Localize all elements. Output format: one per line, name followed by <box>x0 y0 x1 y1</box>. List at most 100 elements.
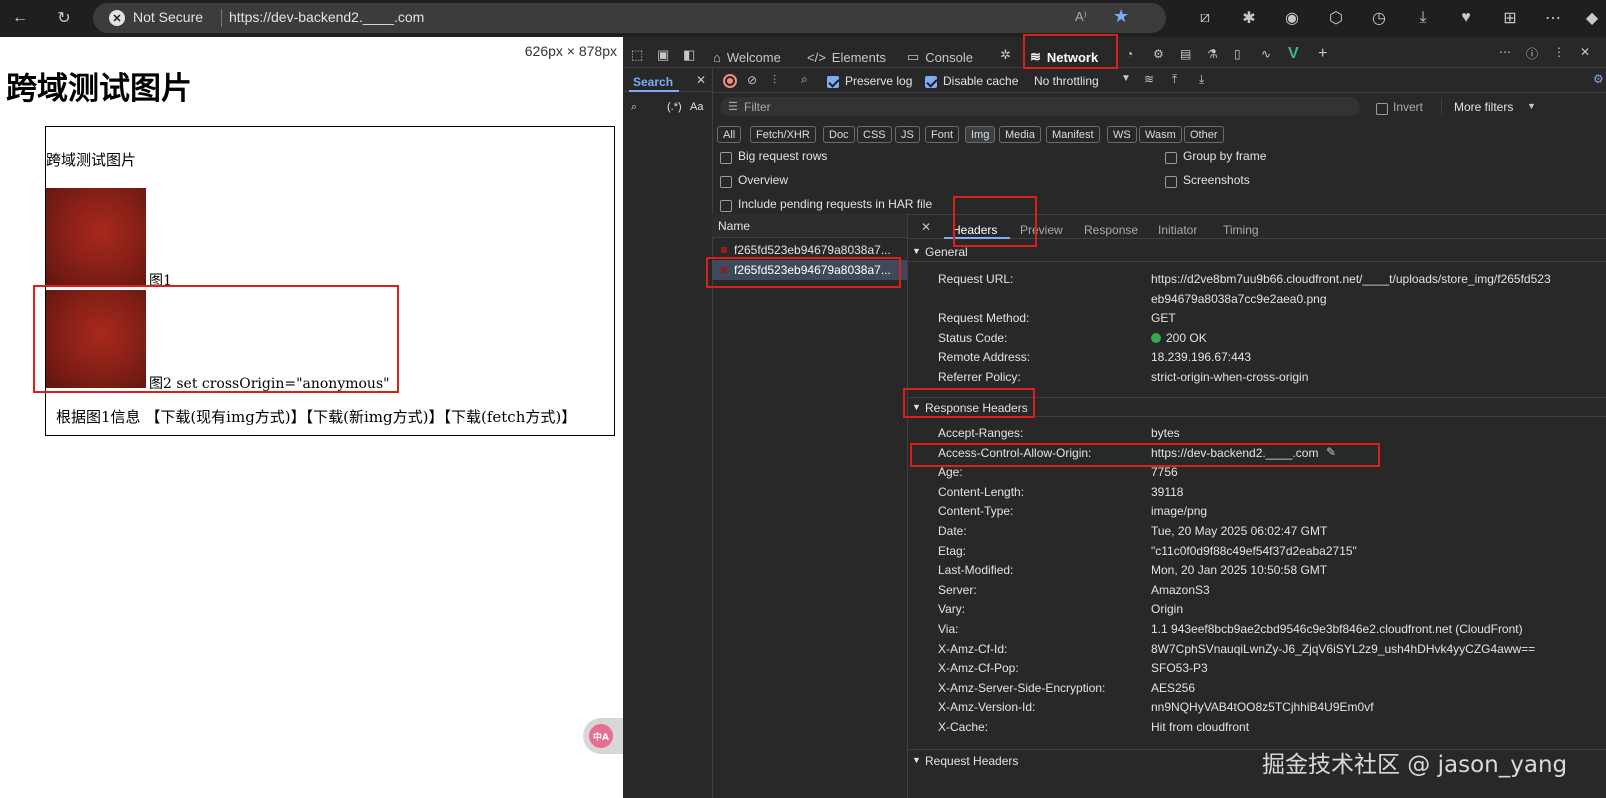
chip-other[interactable]: Other <box>1184 126 1224 143</box>
address-bar[interactable]: ✕ Not Secure https://dev-backend2.____.c… <box>93 3 1166 33</box>
download-existing-img-link[interactable]: 【下载(现有img方式)】 <box>145 408 305 426</box>
har-pending-checkbox[interactable] <box>720 198 732 212</box>
header-value[interactable]: 1.1 943eef8bcb9ae2cbd9546c9e3bf846e2.clo… <box>1151 622 1523 636</box>
close-search-icon[interactable]: ✕ <box>696 73 706 87</box>
tab-console[interactable]: ▭ Console <box>907 46 973 68</box>
invert-checkbox[interactable] <box>1376 101 1388 115</box>
help-icon[interactable]: ⓘ <box>1526 45 1538 62</box>
chip-img[interactable]: Img <box>965 126 996 143</box>
extension-bug-icon[interactable]: ✱ <box>1237 6 1261 30</box>
memory-icon[interactable]: ⚗ <box>1207 47 1218 61</box>
favorite-star-icon[interactable]: ★ <box>1113 6 1129 27</box>
download-fetch-link[interactable]: 【下载(fetch方式)】 <box>443 408 576 426</box>
header-value[interactable]: Hit from cloudfront <box>1151 720 1249 734</box>
preserve-log-checkbox[interactable] <box>827 74 839 88</box>
chip-font[interactable]: Font <box>925 126 960 143</box>
more-tools-icon[interactable]: ⋯ <box>1499 45 1511 59</box>
tab-search[interactable]: Search <box>633 75 673 89</box>
application-icon[interactable]: ▤ <box>1180 47 1191 61</box>
big-request-rows-checkbox[interactable] <box>720 150 732 164</box>
header-value[interactable]: 7756 <box>1151 465 1178 479</box>
header-value[interactable]: "c11c0f0d9f88c49ef54f37d2eaba2715" <box>1151 544 1357 558</box>
regex-toggle[interactable]: (.*) <box>667 101 682 113</box>
chip-fetch-xhr[interactable]: Fetch/XHR <box>750 126 816 143</box>
chip-css[interactable]: CSS <box>857 126 892 143</box>
chip-doc[interactable]: Doc <box>823 126 855 143</box>
group-by-frame-checkbox[interactable] <box>1165 150 1177 164</box>
more-filters-button[interactable]: More filters <box>1454 100 1513 114</box>
header-value[interactable]: image/png <box>1151 504 1207 518</box>
inspect-element-icon[interactable]: ⬚ <box>631 47 643 63</box>
chip-js[interactable]: JS <box>895 126 920 143</box>
detail-tab-response[interactable]: Response <box>1084 223 1138 237</box>
search-icon[interactable]: ⌕ <box>801 72 808 87</box>
device-toolbar-icon[interactable]: ▣ <box>657 47 669 63</box>
collections-icon[interactable]: ⊞ <box>1498 6 1522 30</box>
network-conditions-icon[interactable]: ≋ <box>1144 72 1154 86</box>
network-settings-icon[interactable]: ⚙ <box>1593 72 1604 86</box>
header-value[interactable]: 8W7CphSVnauqiLwnZy-J6_ZjqV6iSYL2z9_ush4h… <box>1151 642 1535 656</box>
more-filters-chevron-icon[interactable]: ▼ <box>1527 101 1536 111</box>
throttling-select[interactable]: No throttling <box>1034 74 1099 88</box>
vue-icon[interactable]: V <box>1288 45 1299 63</box>
chip-media[interactable]: Media <box>999 126 1041 143</box>
chevron-down-icon[interactable]: ▼ <box>1121 73 1131 84</box>
screenshots-checkbox[interactable] <box>1165 174 1177 188</box>
sources-icon[interactable]: ▯ <box>1234 47 1241 61</box>
header-value[interactable]: 18.239.196.67:443 <box>1151 350 1251 364</box>
tab-elements[interactable]: </> Elements <box>807 46 886 68</box>
download-new-img-link[interactable]: 【下载(新img方式)】 <box>306 408 444 426</box>
header-value[interactable]: nn9NQHyVAB4tOO8z5TCjhhiB4U9Em0vf <box>1151 700 1374 714</box>
chip-wasm[interactable]: Wasm <box>1139 126 1182 143</box>
detail-tab-timing[interactable]: Timing <box>1223 223 1259 237</box>
header-value[interactable]: eb94679a8038a7cc9e2aea0.png <box>1151 292 1327 306</box>
edit-pencil-icon[interactable]: ✎ <box>1326 445 1336 459</box>
header-value[interactable]: 39118 <box>1151 485 1183 499</box>
header-value[interactable]: 200 OK <box>1166 331 1207 345</box>
disable-cache-checkbox[interactable] <box>925 74 937 88</box>
reload-icon[interactable]: ↻ <box>52 6 76 30</box>
extensions-puzzle-icon[interactable]: ⬡ <box>1324 6 1348 30</box>
customize-icon[interactable]: ⋮ <box>1553 45 1565 59</box>
history-icon[interactable]: ◷ <box>1367 6 1391 30</box>
performance-heart-icon[interactable]: ♥ <box>1454 6 1478 30</box>
issues-bug-icon[interactable]: ✲ <box>1000 47 1011 63</box>
back-arrow-icon[interactable]: ← <box>8 6 32 30</box>
header-value[interactable]: strict-origin-when-cross-origin <box>1151 370 1308 384</box>
chip-all[interactable]: All <box>717 126 742 143</box>
close-devtools-icon[interactable]: ✕ <box>1580 45 1590 59</box>
screenshot-icon[interactable]: ⧄ <box>1193 6 1217 30</box>
filter-input[interactable]: ☰ Filter <box>720 97 1360 116</box>
translate-icon[interactable]: 中A <box>589 724 613 748</box>
header-value[interactable]: https://d2ve8bm7uu9b66.cloudfront.net/__… <box>1151 272 1551 286</box>
close-detail-icon[interactable]: ✕ <box>921 220 931 234</box>
settings-gear-icon[interactable]: ⚙ <box>1153 47 1164 61</box>
header-value[interactable]: AES256 <box>1151 681 1195 695</box>
header-value[interactable]: Origin <box>1151 602 1183 616</box>
export-har-icon[interactable]: ⤓ <box>1199 72 1204 87</box>
match-case-toggle[interactable]: Aa <box>690 101 703 113</box>
more-menu-icon[interactable]: ⋯ <box>1541 6 1565 30</box>
header-value[interactable]: Mon, 20 Jan 2025 10:50:58 GMT <box>1151 563 1327 577</box>
header-value[interactable]: GET <box>1151 311 1176 325</box>
pulse-icon[interactable]: ∿ <box>1261 47 1271 61</box>
filter-funnel-icon[interactable]: ⫶ <box>773 73 776 88</box>
read-aloud-icon[interactable]: A⁾ <box>1075 9 1087 25</box>
performance-icon[interactable]: ◔ <box>1126 47 1133 61</box>
overview-checkbox[interactable] <box>720 174 732 188</box>
header-value[interactable]: SFO53-P3 <box>1151 661 1208 675</box>
chip-manifest[interactable]: Manifest <box>1046 126 1100 143</box>
clear-icon[interactable]: ⊘ <box>747 73 757 87</box>
copilot-icon[interactable]: ◆ <box>1580 6 1604 30</box>
tab-welcome[interactable]: ⌂ Welcome <box>713 46 781 68</box>
header-value[interactable]: AmazonS3 <box>1151 583 1210 597</box>
downloads-icon[interactable]: ⤓ <box>1411 6 1435 30</box>
chip-ws[interactable]: WS <box>1107 126 1137 143</box>
name-column-header[interactable]: Name <box>712 214 907 238</box>
header-value[interactable]: Tue, 20 May 2025 06:02:47 GMT <box>1151 524 1327 538</box>
detail-tab-initiator[interactable]: Initiator <box>1158 223 1197 237</box>
dock-side-icon[interactable]: ◧ <box>683 47 695 63</box>
url-text[interactable]: https://dev-backend2.____.com <box>229 9 424 25</box>
add-tab-icon[interactable]: + <box>1318 45 1327 63</box>
header-value[interactable]: bytes <box>1151 426 1180 440</box>
